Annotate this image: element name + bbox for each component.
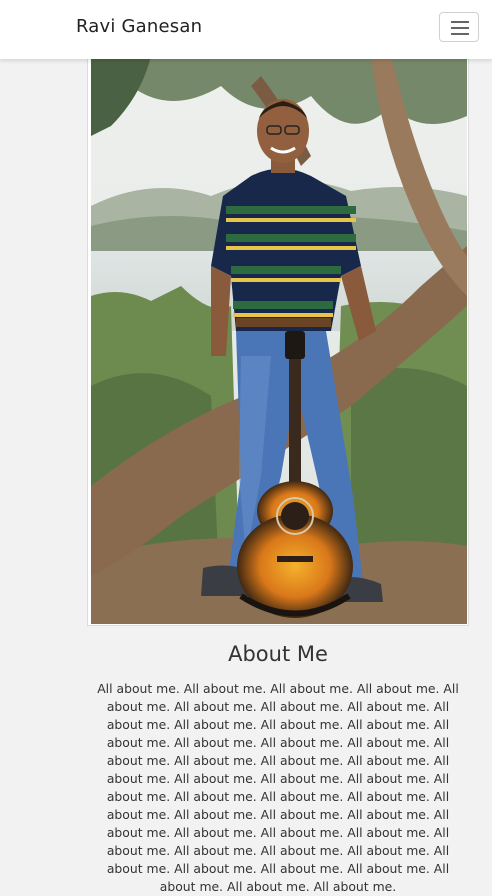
about-me-text: All about me. All about me. All about me… [97,681,459,894]
hamburger-menu-icon-bar [451,33,469,35]
profile-photo [91,56,467,624]
profile-photo-frame [87,52,469,626]
hamburger-menu-icon-bar [451,27,469,29]
brand-link[interactable]: Ravi Ganesan [76,16,202,37]
about-me-heading: About Me [228,642,328,666]
navbar: Ravi Ganesan [0,0,492,59]
navbar-toggler-button[interactable] [439,12,479,42]
hamburger-menu-icon [451,21,469,23]
